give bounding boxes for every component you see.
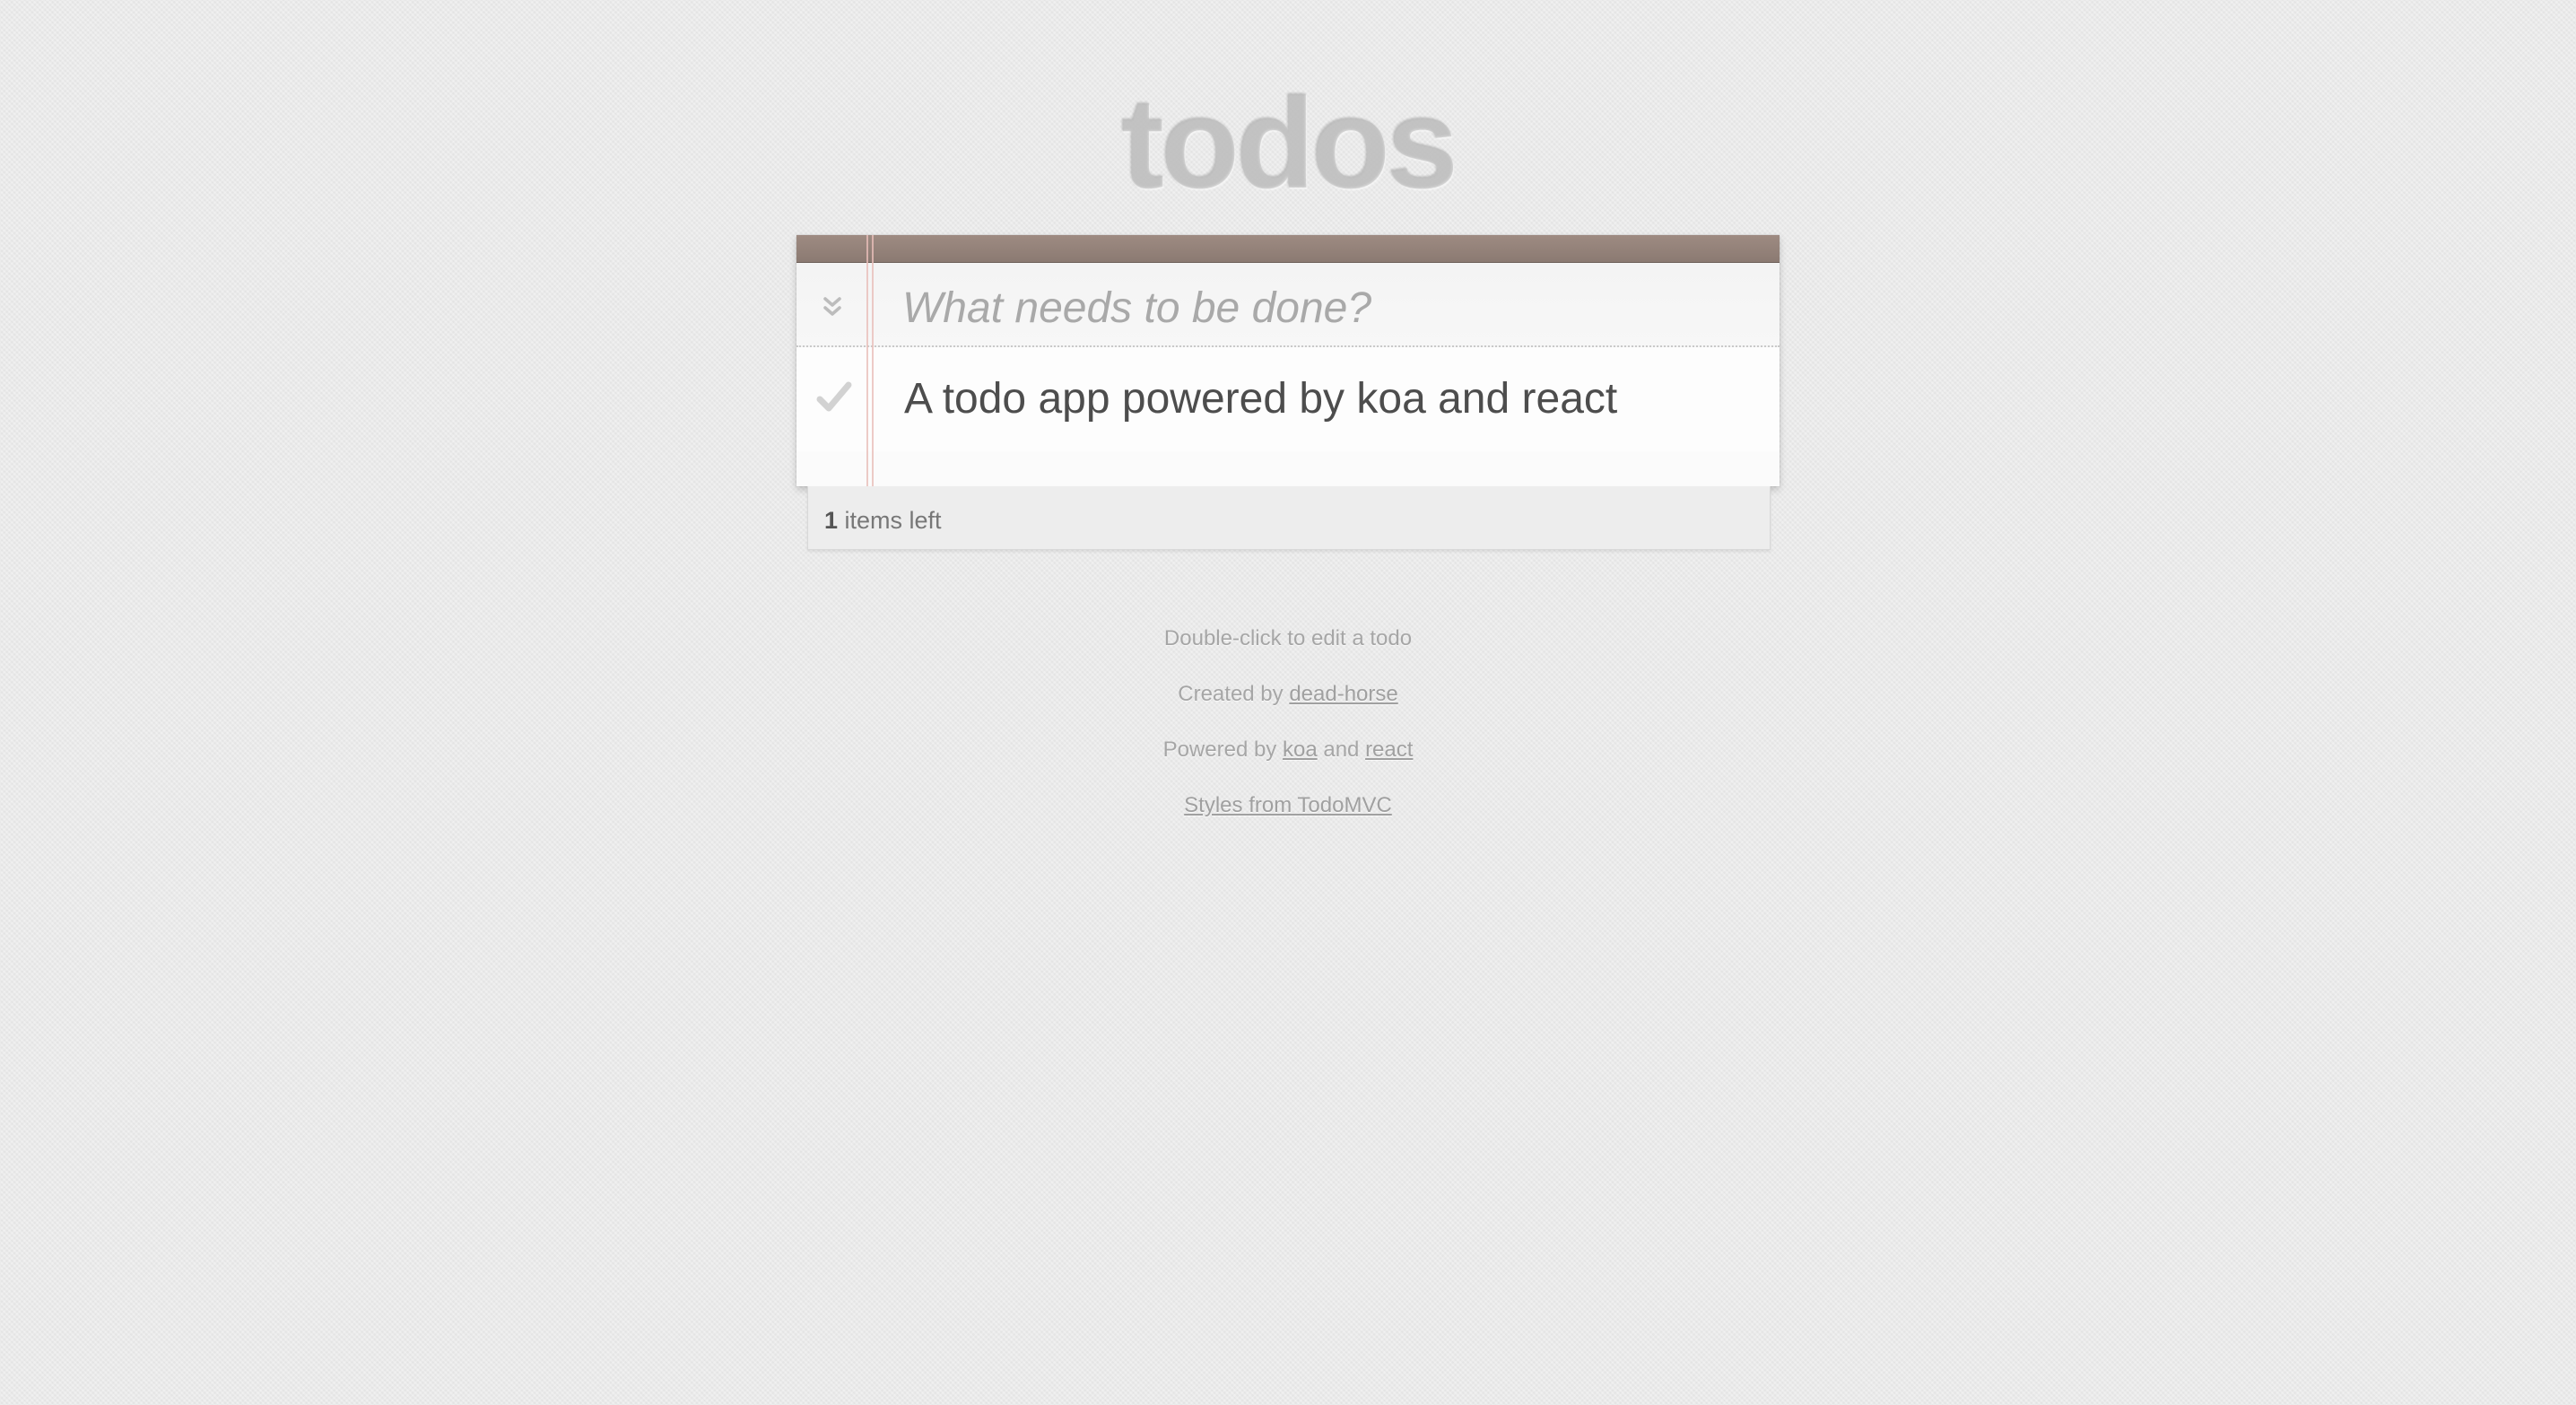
info-powered-prefix: Powered by <box>1162 737 1283 762</box>
info-powered-by: Powered by koa and react <box>0 737 2576 764</box>
checkmark-icon <box>816 381 852 412</box>
react-link[interactable]: react <box>1365 737 1413 762</box>
info-hint: Double-click to edit a todo <box>1163 626 1413 650</box>
info-styles: Styles from TodoMVC <box>0 792 2576 819</box>
info-powered-and: and <box>1317 737 1366 762</box>
card-margin-line <box>872 235 874 486</box>
koa-link[interactable]: koa <box>1283 737 1318 762</box>
todo-count-number: 1 <box>824 507 839 534</box>
todo-item[interactable]: A todo app powered by koa and react <box>796 347 1780 451</box>
todo-count-label: items left <box>838 507 942 534</box>
todo-toggle-checkbox[interactable] <box>814 378 854 417</box>
todomvc-styles-link[interactable]: Styles from TodoMVC <box>1184 793 1392 817</box>
info-created-prefix: Created by <box>1178 682 1290 706</box>
todo-item-label[interactable]: A todo app powered by koa and react <box>904 374 1617 424</box>
new-todo-row <box>796 263 1780 347</box>
todo-count: 1 items left <box>824 506 942 535</box>
double-chevron-down-icon <box>823 297 841 316</box>
card-margin-line <box>866 235 868 486</box>
card-header-bar <box>796 235 1780 263</box>
todo-footer: 1 items left <box>807 486 1771 550</box>
info-created-by: Created by dead-horse <box>0 681 2576 708</box>
toggle-all-icon[interactable] <box>814 288 850 324</box>
new-todo-input[interactable] <box>901 275 1765 340</box>
dead-horse-link[interactable]: dead-horse <box>1289 682 1397 706</box>
app-title: todos <box>1121 71 1458 215</box>
todo-card: A todo app powered by koa and react <box>796 235 1780 486</box>
